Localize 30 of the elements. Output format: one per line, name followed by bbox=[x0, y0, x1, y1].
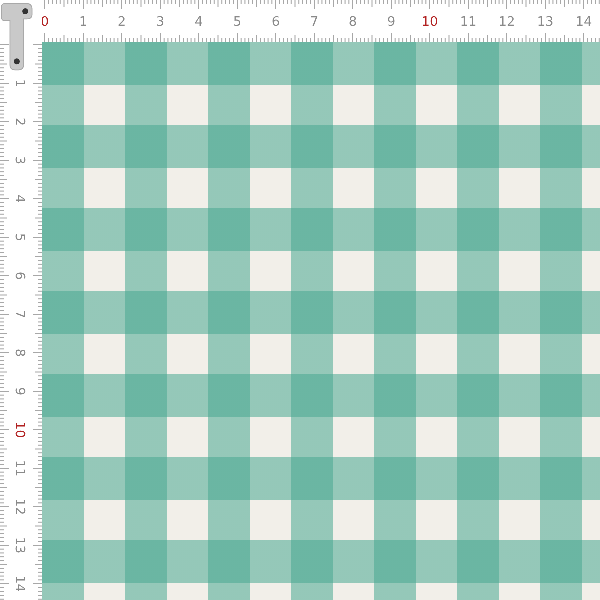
ruler-number: 1 bbox=[79, 15, 88, 30]
ruler-number: 13 bbox=[537, 15, 554, 30]
ruler-number: 2 bbox=[118, 15, 126, 30]
ruler-number: 8 bbox=[348, 15, 358, 30]
ruler-number: 3 bbox=[156, 15, 165, 30]
ruler-number: 4 bbox=[12, 194, 27, 204]
ruler-number: 7 bbox=[310, 15, 319, 30]
ruler-number: 8 bbox=[12, 348, 27, 358]
ruler-number: 0 bbox=[42, 15, 50, 30]
ruler-number: 1 bbox=[12, 79, 27, 88]
ruler-number: 10 bbox=[12, 422, 27, 438]
ruler-number: 5 bbox=[233, 15, 242, 30]
ruler-number: 5 bbox=[12, 233, 27, 242]
ruler-number: 9 bbox=[387, 15, 396, 30]
clip-icon bbox=[0, 2, 34, 72]
ruler-number: 4 bbox=[194, 15, 204, 30]
ruler-number: 6 bbox=[12, 272, 27, 280]
ruler-number: 6 bbox=[272, 15, 280, 30]
ruler-number: 11 bbox=[12, 460, 27, 477]
ruler-number: 9 bbox=[12, 387, 27, 396]
ruler-number: 10 bbox=[422, 15, 438, 30]
ruler-number: 14 bbox=[12, 576, 27, 592]
ruler-number: 7 bbox=[12, 310, 27, 319]
ruler-number: 13 bbox=[12, 537, 27, 554]
ruler-number: 14 bbox=[576, 15, 592, 30]
ruler-number: 3 bbox=[12, 156, 27, 165]
ruler-number: 2 bbox=[12, 118, 27, 126]
ruler-number: 12 bbox=[12, 498, 27, 516]
ruler-number: 11 bbox=[460, 15, 477, 30]
ruler-number: 12 bbox=[498, 15, 516, 30]
